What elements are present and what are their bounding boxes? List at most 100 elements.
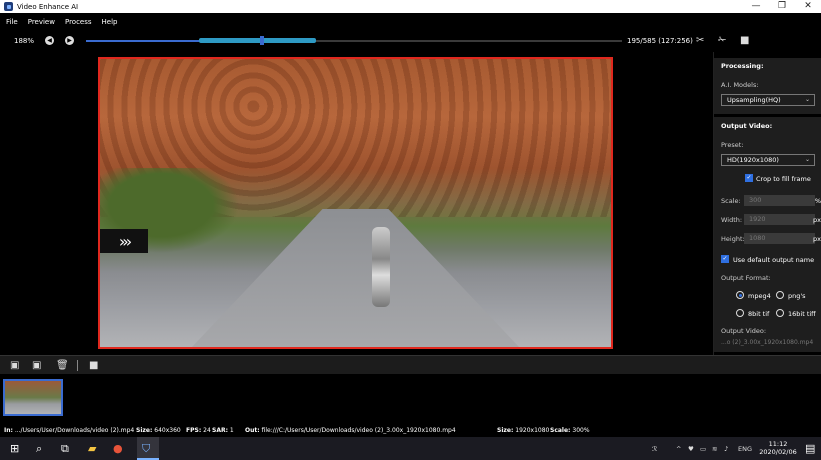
video-camera-icon[interactable]: ■ <box>89 360 98 371</box>
app-logo-icon <box>4 2 13 11</box>
in-label: In: <box>4 427 13 434</box>
language-indicator[interactable]: ENG <box>738 445 752 453</box>
menu-preview[interactable]: Preview <box>28 18 55 26</box>
in-path: .../Users/User/Downloads/video (2).mp4 <box>14 427 135 434</box>
remove-video-icon[interactable]: ▣ <box>32 360 41 371</box>
menu-help[interactable]: Help <box>102 18 118 26</box>
menu-file[interactable]: File <box>6 18 18 26</box>
video-enhance-ai-taskbar-icon[interactable]: ⛉ <box>142 442 150 456</box>
step-back-icon[interactable]: ◀ <box>45 36 54 45</box>
width-field[interactable]: 1920 <box>744 214 815 225</box>
format-pngs-label: png's <box>788 292 806 300</box>
format-mpeg4-label: mpeg4 <box>748 292 771 300</box>
default-name-label: Use default output name <box>733 256 815 264</box>
battery-icon[interactable]: ▭ <box>700 445 706 453</box>
height-label: Height: <box>721 235 745 243</box>
out-label: Out: <box>245 427 260 434</box>
in-size: 640x360 <box>154 427 181 434</box>
scale-unit: % <box>814 197 821 205</box>
out-size: 1920x1080 <box>515 427 550 434</box>
clip-thumbnail[interactable] <box>3 379 63 416</box>
timeline-slider[interactable] <box>86 36 622 45</box>
title-bar: Video Enhance AI — ❐ ✕ <box>0 0 821 13</box>
timeline-thumb[interactable] <box>260 36 265 45</box>
format-mpeg4-radio[interactable] <box>736 291 744 299</box>
format-16bit-tiff-radio[interactable] <box>776 309 784 317</box>
output-format-label: Output Format: <box>721 274 771 282</box>
maximize-button[interactable]: ❐ <box>769 0 795 13</box>
scissors-icon[interactable]: ✂ <box>696 35 704 46</box>
processing-section: Processing: A.I. Models: Upsampling(HQ) … <box>714 58 821 114</box>
ai-models-label: A.I. Models: <box>721 81 759 89</box>
clip-toolbar: ▣ ▣ 🗑 ■ <box>0 355 821 374</box>
settings-panel: Processing: A.I. Models: Upsampling(HQ) … <box>713 52 821 355</box>
status-bar: In: .../Users/User/Downloads/video (2).m… <box>0 423 821 437</box>
format-pngs-radio[interactable] <box>776 291 784 299</box>
step-forward-icon[interactable]: ▶ <box>65 36 74 45</box>
out-path: file:///C:/Users/User/Downloads/video (2… <box>261 427 456 434</box>
chrome-icon[interactable]: ● <box>113 442 123 455</box>
format-8bit-tif-label: 8bit tif <box>748 310 770 318</box>
processing-title: Processing: <box>721 62 764 70</box>
output-video-path-label: Output Video: <box>721 327 767 335</box>
scale-label: Scale: <box>721 197 741 205</box>
in-fps: 24 <box>203 427 211 434</box>
volume-icon[interactable]: ♪ <box>724 445 728 453</box>
taskbar: ⊞ ⌕ ⧉ ▰ ● ⛉ ℛ ^ ♥ ▭ ≋ ♪ ENG 11:12 2020/0… <box>0 437 821 460</box>
split-scissors-icon[interactable]: ✁ <box>718 35 726 46</box>
menu-process[interactable]: Process <box>65 18 92 26</box>
output-video-path: ...o (2)_3.00x_1920x1080.mp4 <box>721 339 814 346</box>
default-name-checkbox[interactable]: ✓ <box>721 255 729 263</box>
crop-label: Crop to fill frame <box>756 175 811 183</box>
zoom-level[interactable]: 188% <box>14 37 34 45</box>
chevron-down-icon: ⌄ <box>804 96 810 103</box>
playback-toolbar: 188% ◀ ▶ 195/585 (127:256) ✂ ✁ ■ <box>0 30 821 52</box>
video-preview[interactable]: ››› <box>98 57 613 349</box>
preset-label: Preset: <box>721 141 744 149</box>
fps-label: FPS: <box>186 427 202 434</box>
people-icon[interactable]: ℛ <box>652 445 657 453</box>
clock-time: 11:12 <box>768 440 788 448</box>
windows-start-icon[interactable]: ⊞ <box>10 442 19 455</box>
minimize-button[interactable]: — <box>743 0 769 13</box>
search-icon[interactable]: ⌕ <box>36 442 42 456</box>
height-field[interactable]: 1080 <box>744 233 815 244</box>
height-unit: px <box>813 235 821 243</box>
format-8bit-tif-radio[interactable] <box>736 309 744 317</box>
window-title: Video Enhance AI <box>17 2 79 11</box>
width-label: Width: <box>721 216 743 224</box>
in-sar: 1 <box>229 427 234 434</box>
wifi-icon[interactable]: ≋ <box>712 445 717 453</box>
preset-select[interactable]: HD(1920x1080) ⌄ <box>721 154 815 166</box>
video-camera-icon[interactable]: ■ <box>740 35 749 46</box>
format-16bit-tiff-label: 16bit tiff <box>788 310 816 318</box>
output-video-title: Output Video: <box>721 122 773 130</box>
add-video-icon[interactable]: ▣ <box>10 360 19 371</box>
ai-model-value: Upsampling(HQ) <box>727 96 781 104</box>
scale-field[interactable]: 300 <box>744 195 815 206</box>
menu-bar: File Preview Process Help <box>0 13 821 30</box>
close-button[interactable]: ✕ <box>795 0 821 13</box>
frame-counter: 195/585 (127:256) <box>627 37 693 45</box>
chevron-down-icon: ⌄ <box>804 156 810 163</box>
output-section: Output Video: Preset: HD(1920x1080) ⌄ ✓ … <box>714 117 821 352</box>
size-label: Size: <box>136 427 153 434</box>
preview-viewer: ››› <box>0 52 713 355</box>
timeline-preview-range[interactable] <box>198 38 317 43</box>
notifications-icon[interactable]: ▤ <box>805 442 815 455</box>
ai-model-select[interactable]: Upsampling(HQ) ⌄ <box>721 94 815 106</box>
video-road-sign: ››› <box>100 229 148 253</box>
out-scale: 300% <box>572 427 590 434</box>
crop-checkbox[interactable]: ✓ <box>745 174 753 182</box>
video-person <box>372 227 390 307</box>
file-explorer-icon[interactable]: ▰ <box>88 442 96 455</box>
sar-label: SAR: <box>212 427 228 434</box>
network-app-icon[interactable]: ♥ <box>688 445 694 453</box>
clock-date: 2020/02/06 <box>759 448 797 456</box>
preset-value: HD(1920x1080) <box>727 156 779 164</box>
clip-strip <box>0 374 821 423</box>
task-view-icon[interactable]: ⧉ <box>61 442 69 456</box>
system-clock[interactable]: 11:12 2020/02/06 <box>754 440 802 456</box>
trash-icon[interactable]: 🗑 <box>56 360 69 371</box>
chevron-up-icon[interactable]: ^ <box>676 445 681 453</box>
